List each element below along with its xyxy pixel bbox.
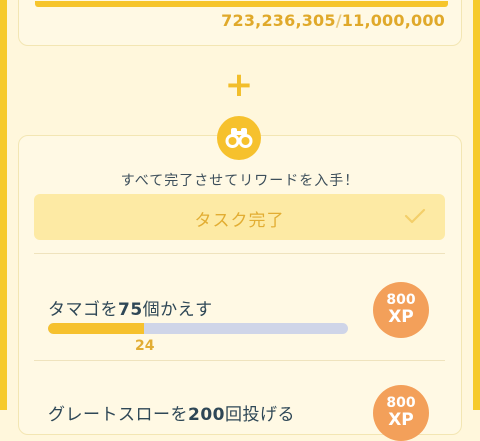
xp-unit: XP — [388, 307, 414, 327]
task-complete-label: タスク完了 — [194, 211, 285, 231]
task-title-suffix: 回投げる — [225, 405, 295, 425]
task-progress-bar — [48, 323, 348, 334]
task-complete-button[interactable]: タスク完了 — [34, 194, 445, 240]
xp-unit: XP — [388, 410, 414, 430]
task-divider — [34, 360, 445, 361]
section-divider — [34, 253, 445, 254]
xp-reward-badge: 800 XP — [373, 282, 429, 338]
task-title-number: 75 — [118, 300, 143, 320]
xp-value: 800 — [386, 292, 416, 308]
task-title-hatch-eggs: タマゴを75個かえす — [48, 295, 213, 320]
checkmark-icon — [403, 206, 427, 230]
task-title-great-throws: グレートスローを200回投げる — [48, 400, 295, 425]
task-progress-count: 24 — [135, 338, 155, 354]
binoculars-icon — [217, 116, 261, 160]
research-progress-bar — [35, 1, 448, 7]
research-progress-card: 723,236,305/11,000,000 — [18, 0, 462, 46]
task-title-number: 200 — [188, 405, 225, 425]
research-progress-text: 723,236,305/11,000,000 — [221, 11, 445, 30]
task-progress-fill — [48, 323, 144, 334]
right-frame-border — [473, 0, 480, 410]
task-title-prefix: タマゴを — [48, 300, 118, 320]
plus-icon: + — [224, 65, 254, 105]
task-title-prefix: グレートスローを — [48, 405, 188, 425]
progress-goal: 11,000,000 — [341, 11, 445, 30]
progress-current: 723,236,305 — [221, 11, 336, 30]
task-title-suffix: 個かえす — [142, 300, 213, 320]
xp-value: 800 — [386, 395, 416, 411]
xp-reward-badge: 800 XP — [373, 385, 429, 441]
left-frame-border — [0, 0, 7, 410]
reward-subtitle: すべて完了させてリワードを入手！ — [120, 173, 360, 189]
